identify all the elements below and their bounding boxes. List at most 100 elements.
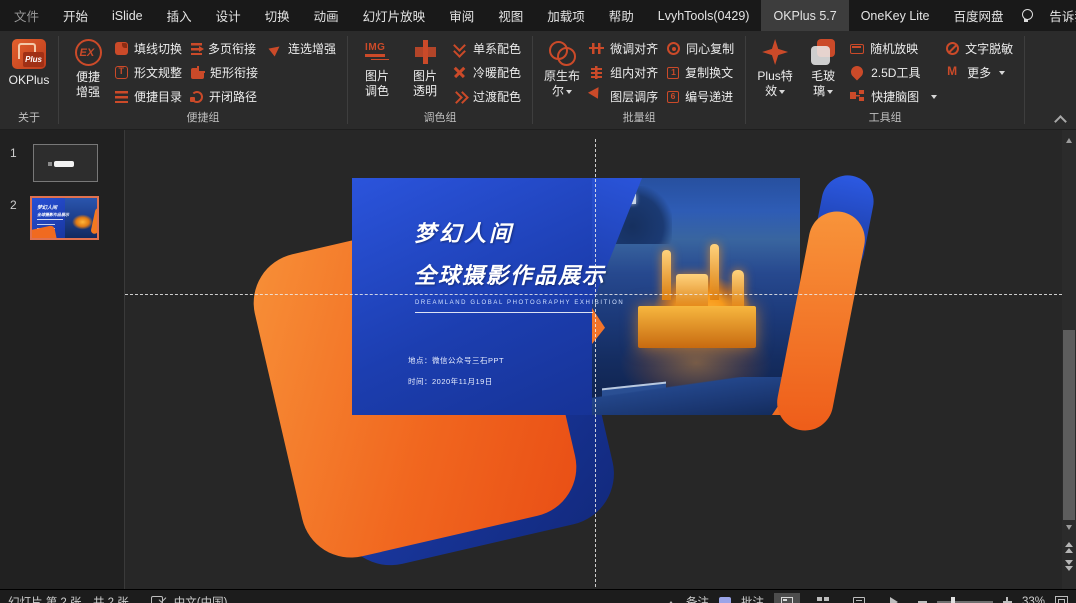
previous-slide-button[interactable] xyxy=(1063,538,1075,554)
tab-okplus[interactable]: OKPlus 5.7 xyxy=(761,0,848,31)
multipage-link-button[interactable]: 多页衔接 xyxy=(188,36,264,60)
group-align-button[interactable]: 组内对齐 xyxy=(586,60,664,84)
mono-palette-button[interactable]: 单系配色 xyxy=(449,36,527,60)
vertical-guide-line[interactable] xyxy=(595,139,596,587)
concentric-copy-button[interactable]: 同心复制 xyxy=(664,36,740,60)
open-close-path-button[interactable]: 开闭路径 xyxy=(188,84,264,108)
native-boolean-button[interactable]: 原生布 尔 xyxy=(538,34,586,108)
fit-to-window-button[interactable] xyxy=(1055,596,1068,603)
scroll-up-arrow[interactable] xyxy=(1062,132,1076,146)
enhance-button[interactable]: 便捷 增强 xyxy=(64,34,112,108)
notes-button[interactable]: 备注 xyxy=(686,594,709,603)
copy-replace-text-button[interactable]: 复制换文 xyxy=(664,60,740,84)
language-status[interactable]: 中文(中国) xyxy=(174,594,228,603)
zoom-slider-knob[interactable] xyxy=(951,597,955,603)
image-transparency-button[interactable]: 图片 透明 xyxy=(401,34,449,108)
align-bars-icon xyxy=(589,41,604,56)
tab-slideshow[interactable]: 幻灯片放映 xyxy=(351,0,438,31)
concentric-circle-icon xyxy=(667,42,680,55)
dropdown-caret-icon xyxy=(779,90,785,97)
zoom-in-button[interactable] xyxy=(1003,597,1012,603)
leaf-25d-icon xyxy=(850,65,865,80)
spellcheck-icon[interactable] xyxy=(151,595,166,603)
tab-addins[interactable]: 加载项 xyxy=(535,0,597,31)
tab-baidu-netdisk[interactable]: 百度网盘 xyxy=(942,0,1016,31)
group-label-palette: 调色组 xyxy=(348,110,532,129)
layer-order-button[interactable]: 图层调序 xyxy=(586,84,664,108)
quick-mindmap-button[interactable]: 快捷脑图 xyxy=(847,84,943,108)
slide-date-textbox[interactable]: 时间：2020年11月19日 xyxy=(408,376,493,387)
tab-onekey-lite[interactable]: OneKey Lite xyxy=(849,0,942,31)
text-desensitize-button[interactable]: 文字脱敏 xyxy=(943,36,1019,60)
scrollbar-thumb[interactable] xyxy=(1063,330,1075,520)
collapse-ribbon-chevron-icon[interactable] xyxy=(1055,116,1066,123)
plus-effects-button[interactable]: Plus特 效 xyxy=(751,34,799,108)
ex-circle-icon xyxy=(75,39,102,66)
thumb1-placeholder-mark xyxy=(48,162,52,166)
select-enhance-button[interactable]: 连选增强 xyxy=(264,36,342,60)
quick-toc-button[interactable]: 便捷目录 xyxy=(112,84,188,108)
slide-location-textbox[interactable]: 地点：微信公众号三石PPT xyxy=(408,355,504,366)
img-transparency-icon xyxy=(412,39,438,65)
slide-1-number: 1 xyxy=(10,146,17,160)
comments-button[interactable]: 批注 xyxy=(741,594,764,603)
mini-slide-background: 梦幻人间 全球摄影作品展示 xyxy=(32,198,97,238)
lightbulb-icon[interactable] xyxy=(1020,9,1030,22)
okplus-about-button[interactable]: OKPlus xyxy=(5,34,53,108)
tab-home[interactable]: 开始 xyxy=(51,0,100,31)
slide-english-caption[interactable]: DREAMLAND GLOBAL PHOTOGRAPHY EXHIBITION xyxy=(415,300,624,306)
gradient-palette-button[interactable]: 过渡配色 xyxy=(449,84,527,108)
tab-help[interactable]: 帮助 xyxy=(597,0,646,31)
zoom-out-button[interactable] xyxy=(918,601,927,603)
fine-align-button[interactable]: 微调对齐 xyxy=(586,36,664,60)
image-color-button[interactable]: 图片 调色 xyxy=(353,34,401,108)
random-slideshow-button[interactable]: 随机放映 xyxy=(847,36,943,60)
city-night-photo[interactable] xyxy=(592,178,800,415)
slide-subtitle-textbox[interactable]: 全球摄影作品展示 xyxy=(414,258,606,290)
zoom-percent[interactable]: 33% xyxy=(1022,596,1045,603)
tab-review[interactable]: 审阅 xyxy=(437,0,486,31)
number-increment-button[interactable]: 编号递进 xyxy=(664,84,740,108)
zoom-slider[interactable] xyxy=(937,601,993,603)
reading-view-button[interactable] xyxy=(846,593,872,603)
slideshow-play-icon xyxy=(890,597,903,603)
group-align-icon xyxy=(589,65,604,80)
slide-editing-canvas: 梦幻人间 全球摄影作品展示 DREAMLAND GLOBAL PHOTOGRAP… xyxy=(125,130,1062,589)
tab-lvyhtools[interactable]: LvyhTools(0429) xyxy=(646,0,762,31)
warm-cool-palette-button[interactable]: 冷暖配色 xyxy=(449,60,527,84)
tell-me-button[interactable]: 告诉我 xyxy=(1037,6,1076,25)
ribbon-group-convenience: 便捷 增强 填线切换 形文规整 便捷目录 xyxy=(59,31,347,129)
mini-orange-shape xyxy=(30,225,58,240)
slide-page[interactable]: 梦幻人间 全球摄影作品展示 DREAMLAND GLOBAL PHOTOGRAP… xyxy=(352,178,800,415)
fill-line-toggle-button[interactable]: 填线切换 xyxy=(112,36,188,60)
rectangle-link-button[interactable]: 矩形衔接 xyxy=(188,60,264,84)
normal-view-button[interactable] xyxy=(774,593,800,603)
more-button[interactable]: 更多 xyxy=(943,60,1019,84)
tab-transitions[interactable]: 切换 xyxy=(253,0,302,31)
next-slide-button[interactable] xyxy=(1063,560,1075,576)
frosted-glass-button[interactable]: 毛玻 璃 xyxy=(799,34,847,108)
screen-icon xyxy=(850,44,864,54)
scroll-down-arrow[interactable] xyxy=(1062,520,1076,534)
tab-animations[interactable]: 动画 xyxy=(302,0,351,31)
mini-divider-line xyxy=(37,219,63,220)
slideshow-view-button[interactable] xyxy=(882,593,908,603)
slide-title-textbox[interactable]: 梦幻人间 xyxy=(414,216,514,248)
dropdown-caret-icon xyxy=(999,71,1005,78)
slide-2-thumbnail-selected[interactable]: 梦幻人间 全球摄影作品展示 xyxy=(30,196,99,240)
application-window: 文件 开始 iSlide 插入 设计 切换 动画 幻灯片放映 审阅 视图 加载项… xyxy=(0,0,1076,603)
open-path-icon xyxy=(191,91,203,103)
photo-tower xyxy=(662,250,671,300)
tab-insert[interactable]: 插入 xyxy=(155,0,204,31)
horizontal-guide-line[interactable] xyxy=(125,294,1062,295)
tab-islide[interactable]: iSlide xyxy=(100,0,155,31)
tab-design[interactable]: 设计 xyxy=(204,0,253,31)
photo-cathedral-body xyxy=(638,306,756,348)
tab-file[interactable]: 文件 xyxy=(0,0,51,31)
slide-sorter-view-button[interactable] xyxy=(810,593,836,603)
tool-25d-button[interactable]: 2.5D工具 xyxy=(847,60,943,84)
shape-text-tidy-button[interactable]: 形文规整 xyxy=(112,60,188,84)
boolean-circles-icon xyxy=(549,39,575,65)
slide-1-thumbnail[interactable] xyxy=(33,144,98,182)
tab-view[interactable]: 视图 xyxy=(486,0,535,31)
